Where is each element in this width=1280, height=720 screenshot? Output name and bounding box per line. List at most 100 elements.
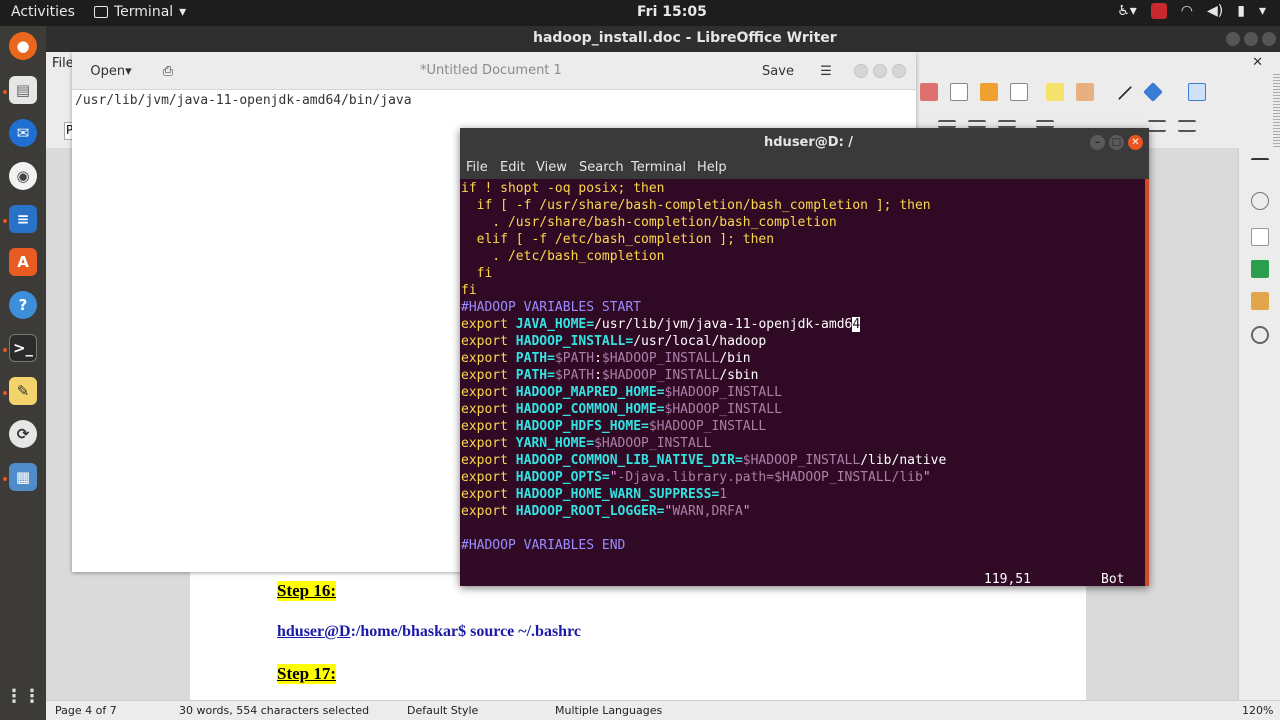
code-line: fi [461,266,493,281]
word-count[interactable]: 30 words, 554 characters selected [179,704,369,717]
menu-file[interactable]: File [52,56,74,71]
comment-icon[interactable] [1046,83,1064,101]
text-cursor: 4 [852,317,861,332]
dock: ● ▤ ✉ ◉ ≡ A ? >_ ✎ ⟳ ▦ ⋮⋮ [0,26,46,720]
activities-button[interactable]: Activities [11,4,75,20]
software-center-icon[interactable]: A [9,248,37,276]
increase-indent-icon[interactable] [1148,120,1166,132]
maximize-icon[interactable]: □ [1109,135,1124,150]
text-editor-title: *Untitled Document 1 [420,63,562,78]
close-icon[interactable] [1262,32,1276,46]
new-tab-button[interactable]: ⎙ [152,58,184,84]
firefox-icon[interactable]: ● [9,32,37,60]
minimize-icon[interactable]: – [1090,135,1105,150]
code-line: export PATH=$PATH:$HADOOP_INSTALL/sbin [461,368,759,383]
writer-titlebar[interactable]: hadoop_install.doc - LibreOffice Writer [46,26,1280,52]
files-icon[interactable]: ▤ [9,76,37,104]
minimize-icon[interactable] [854,64,868,78]
menu-file[interactable]: File [466,160,488,175]
system-tray[interactable]: ♿▾ ◠ ◀) ▮ ▾ [1117,3,1266,19]
code-line: elif [ -f /etc/bash_completion ]; then [461,232,775,247]
align-center-icon[interactable] [968,120,986,128]
styles-icon[interactable] [1251,260,1269,278]
open-label: Open [90,63,126,79]
basic-shapes-icon[interactable] [1143,82,1163,102]
step-heading: Step 16: [277,581,337,601]
menu-edit[interactable]: Edit [500,160,525,175]
page-icon[interactable] [1251,228,1269,246]
menu-help[interactable]: Help [697,160,727,175]
writer-icon[interactable]: ≡ [9,205,37,233]
chevron-down-icon: ▾ [125,63,132,79]
save-button[interactable]: Save [756,58,800,84]
terminal-window: hduser@D: / – □ ✕ File Edit View Search … [460,128,1149,587]
line-icon[interactable] [1117,85,1133,101]
maximize-icon[interactable] [1244,32,1258,46]
thunderbird-icon[interactable]: ✉ [9,119,37,147]
minimize-icon[interactable] [1226,32,1240,46]
terminal-content[interactable]: if ! shopt -oq posix; then if [ -f /usr/… [461,180,1145,587]
command-user: hduser@D [277,623,351,640]
running-indicator [3,348,7,352]
maximize-icon[interactable] [873,64,887,78]
code-line: export HADOOP_INSTALL=/usr/local/hadoop [461,334,767,349]
insert-image-icon[interactable] [920,83,938,101]
hamburger-menu-icon[interactable]: ☰ [812,58,840,84]
system-monitor-icon[interactable]: ▦ [9,463,37,491]
decrease-indent-icon[interactable] [1178,120,1196,132]
code-line: export JAVA_HOME=/usr/lib/jvm/java-11-op… [461,317,861,332]
code-line: export HADOOP_COMMON_HOME=$HADOOP_INSTAL… [461,402,782,417]
writer-window-title: hadoop_install.doc - LibreOffice Writer [533,30,837,46]
insert-chart-icon[interactable] [950,83,968,101]
bookmark-icon[interactable] [980,83,998,101]
code-line: if [ -f /usr/share/bash-completion/bash_… [461,198,931,213]
rhythmbox-icon[interactable]: ◉ [9,162,37,190]
terminal-dock-icon[interactable]: >_ [9,334,37,362]
navigator-icon[interactable] [1251,326,1269,344]
code-line: export HADOOP_HOME_WARN_SUPPRESS=1 [461,487,728,502]
screen-recorder-icon[interactable] [1150,3,1167,19]
menu-view[interactable]: View [536,160,567,175]
running-indicator [3,90,7,94]
menu-terminal[interactable]: Terminal [631,160,686,175]
close-icon[interactable]: ✕ [1128,135,1143,150]
code-line: #HADOOP VARIABLES END [461,538,626,553]
page-count[interactable]: Page 4 of 7 [55,704,117,717]
open-button[interactable]: Open ▾ [80,58,142,84]
code-line: export HADOOP_COMMON_LIB_NATIVE_DIR=$HAD… [461,453,947,468]
terminal-border [1145,179,1149,586]
language[interactable]: Multiple Languages [555,704,662,717]
align-right-icon[interactable] [998,120,1016,128]
command-line: hduser@D:/home/bhaskar$ source ~/.bashrc [277,623,581,641]
terminal-title: hduser@D: / [764,135,854,150]
clock[interactable]: Fri 15:05 [637,4,707,20]
text-editor-icon[interactable]: ✎ [9,377,37,405]
running-indicator [3,219,7,223]
terminal-titlebar[interactable]: hduser@D: / – □ ✕ [460,128,1149,157]
close-document-icon[interactable]: ✕ [1252,55,1263,70]
line-spacing-icon[interactable] [1036,120,1054,128]
track-changes-icon[interactable] [1076,83,1094,101]
chevron-down-icon[interactable]: ▾ [1259,3,1266,19]
properties-icon[interactable] [1251,192,1269,210]
app-menu[interactable]: Terminal ▾ [94,4,186,20]
code-line: fi [461,283,477,298]
code-line: export HADOOP_ROOT_LOGGER="WARN,DRFA" [461,504,751,519]
gallery-icon[interactable] [1251,292,1269,310]
close-icon[interactable] [892,64,906,78]
show-apps-icon[interactable]: ⋮⋮ [5,682,41,710]
align-left-icon[interactable] [938,120,956,128]
accessibility-icon[interactable]: ♿▾ [1117,3,1137,19]
sidebar-menu-icon[interactable] [1251,158,1269,164]
running-indicator [3,477,7,481]
draw-functions-icon[interactable] [1188,83,1206,101]
zoom-level[interactable]: 120% [1242,704,1273,717]
menu-search[interactable]: Search [579,160,624,175]
page-style[interactable]: Default Style [407,704,478,717]
updater-icon[interactable]: ⟳ [9,420,37,448]
help-icon[interactable]: ? [9,291,37,319]
cross-reference-icon[interactable] [1010,83,1028,101]
app-menu-label: Terminal [114,4,174,20]
text-editor-content[interactable]: /usr/lib/jvm/java-11-openjdk-amd64/bin/j… [75,93,412,108]
code-line: #HADOOP VARIABLES START [461,300,642,315]
